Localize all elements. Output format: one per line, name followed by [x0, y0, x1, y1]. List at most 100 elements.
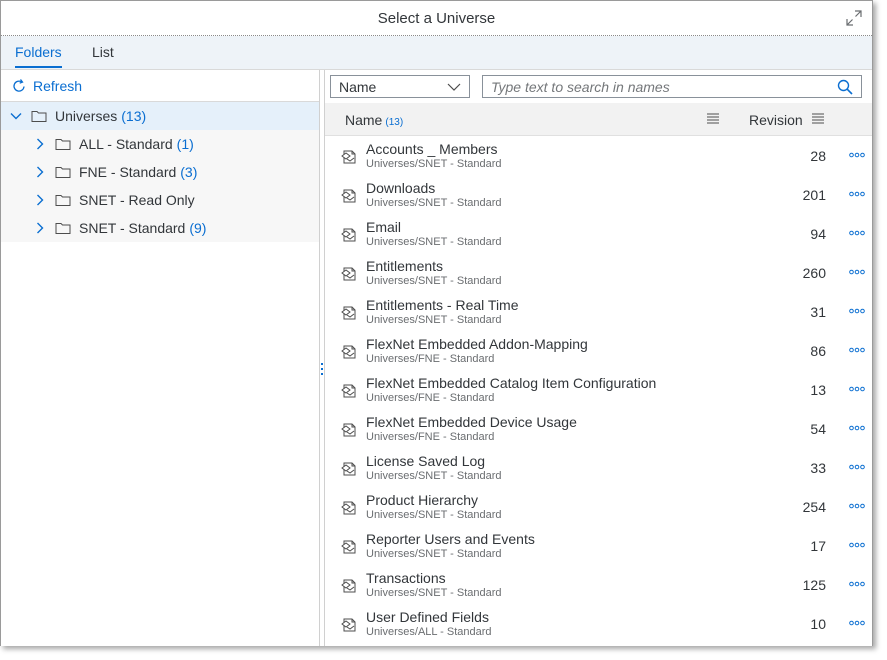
- more-options-icon[interactable]: [849, 501, 865, 511]
- universe-name: User Defined Fields: [366, 609, 489, 625]
- tree-node-label: FNE - Standard: [79, 164, 177, 180]
- universe-row[interactable]: Transactions Universes/SNET - Standard 1…: [325, 565, 872, 604]
- more-options-icon[interactable]: [849, 228, 865, 238]
- universe-list: Accounts _ Members Universes/SNET - Stan…: [325, 136, 872, 643]
- tree-node-label: Universes: [55, 108, 118, 124]
- chevron-right-icon[interactable]: [33, 137, 47, 151]
- universe-row[interactable]: Reporter Users and Events Universes/SNET…: [325, 526, 872, 565]
- search-field-select-value: Name: [339, 79, 377, 95]
- universe-row[interactable]: Product Hierarchy Universes/SNET - Stand…: [325, 487, 872, 526]
- tree-node-snet-standard[interactable]: SNET - Standard (9): [1, 214, 319, 242]
- folder-tree: Universes (13) ALL - Standard (1) FNE - …: [1, 102, 319, 242]
- tree-node-fne-standard[interactable]: FNE - Standard (3): [1, 158, 319, 186]
- tree-node-snet-read-only[interactable]: SNET - Read Only: [1, 186, 319, 214]
- universe-path: Universes/ALL - Standard: [366, 626, 492, 638]
- universe-path: Universes/FNE - Standard: [366, 431, 495, 443]
- refresh-button[interactable]: Refresh: [11, 78, 82, 94]
- search-toolbar: Name: [325, 70, 872, 103]
- universe-row[interactable]: User Defined Fields Universes/ALL - Stan…: [325, 604, 872, 643]
- dialog-titlebar: Select a Universe: [1, 1, 872, 36]
- column-header-revision[interactable]: Revision: [749, 112, 803, 128]
- universe-icon: [341, 306, 356, 320]
- universe-path: Universes/SNET - Standard: [366, 548, 502, 560]
- universe-revision: 125: [802, 577, 826, 593]
- universe-row[interactable]: Accounts _ Members Universes/SNET - Stan…: [325, 136, 872, 175]
- sort-name-icon[interactable]: [706, 112, 720, 126]
- universe-name: FlexNet Embedded Addon-Mapping: [366, 336, 588, 352]
- universe-revision: 33: [810, 460, 826, 476]
- universe-row[interactable]: License Saved Log Universes/SNET - Stand…: [325, 448, 872, 487]
- search-input[interactable]: [491, 78, 821, 95]
- tab-list[interactable]: List: [92, 44, 114, 66]
- universe-row[interactable]: FlexNet Embedded Catalog Item Configurat…: [325, 370, 872, 409]
- tree-node-label: SNET - Standard: [79, 220, 186, 236]
- search-field-select[interactable]: Name: [330, 75, 470, 98]
- chevron-down-icon[interactable]: [9, 109, 23, 123]
- tree-node-count: (1): [176, 136, 194, 152]
- more-options-icon[interactable]: [849, 423, 865, 433]
- more-options-icon[interactable]: [849, 345, 865, 355]
- tab-bar: Folders List: [1, 36, 872, 70]
- universe-row[interactable]: Entitlements Universes/SNET - Standard 2…: [325, 253, 872, 292]
- chevron-right-icon[interactable]: [33, 193, 47, 207]
- tab-folders[interactable]: Folders: [15, 44, 62, 68]
- universe-revision: 31: [810, 304, 826, 320]
- refresh-icon: [13, 79, 25, 92]
- universe-revision: 260: [802, 265, 826, 281]
- universe-revision: 254: [802, 499, 826, 515]
- sort-revision-icon[interactable]: [811, 112, 825, 126]
- more-options-icon[interactable]: [849, 540, 865, 550]
- tree-node-all-standard[interactable]: ALL - Standard (1): [1, 130, 319, 158]
- universe-path: Universes/FNE - Standard: [366, 353, 495, 365]
- tree-node-count: (13): [121, 108, 147, 124]
- universe-icon: [341, 267, 356, 281]
- chevron-right-icon[interactable]: [33, 165, 47, 179]
- universe-list-pane: Name Name(13) Revision: [325, 70, 872, 646]
- more-options-icon[interactable]: [849, 384, 865, 394]
- universe-revision: 28: [810, 148, 826, 164]
- column-header-name[interactable]: Name (13): [345, 112, 403, 128]
- expand-icon[interactable]: [846, 10, 862, 26]
- universe-path: Universes/SNET - Standard: [366, 236, 502, 248]
- universe-name: Accounts _ Members: [366, 141, 498, 157]
- more-options-icon[interactable]: [849, 267, 865, 277]
- more-options-icon[interactable]: [849, 306, 865, 316]
- universe-path: Universes/SNET - Standard: [366, 509, 502, 521]
- more-options-icon[interactable]: [849, 579, 865, 589]
- refresh-bar: Refresh: [1, 70, 319, 102]
- folder-pane: Refresh Universes (13) ALL - Standard (1…: [1, 70, 319, 646]
- more-options-icon[interactable]: [849, 189, 865, 199]
- search-box: [482, 75, 862, 98]
- more-options-icon[interactable]: [849, 618, 865, 628]
- universe-name: Transactions: [366, 570, 446, 586]
- universe-name: FlexNet Embedded Catalog Item Configurat…: [366, 375, 657, 391]
- select-universe-dialog: Select a Universe Folders List Refresh U…: [0, 0, 873, 646]
- universe-row[interactable]: FlexNet Embedded Addon-Mapping Universes…: [325, 331, 872, 370]
- universe-name: FlexNet Embedded Device Usage: [366, 414, 577, 430]
- folder-icon: [55, 139, 71, 150]
- universe-icon: [341, 189, 356, 203]
- universe-row[interactable]: Entitlements - Real Time Universes/SNET …: [325, 292, 872, 331]
- more-options-icon[interactable]: [849, 150, 865, 160]
- list-header: Name (13) Revision: [325, 103, 872, 136]
- chevron-right-icon[interactable]: [33, 221, 47, 235]
- universe-revision: 201: [802, 187, 826, 203]
- universe-path: Universes/SNET - Standard: [366, 197, 502, 209]
- tree-node-universes[interactable]: Universes (13): [1, 102, 319, 130]
- universe-row[interactable]: Downloads Universes/SNET - Standard 201: [325, 175, 872, 214]
- universe-icon: [341, 345, 356, 359]
- folder-icon: [55, 167, 71, 178]
- universe-row[interactable]: Email Universes/SNET - Standard 94: [325, 214, 872, 253]
- universe-path: Universes/FNE - Standard: [366, 392, 495, 404]
- universe-row[interactable]: FlexNet Embedded Device Usage Universes/…: [325, 409, 872, 448]
- folder-icon: [55, 195, 71, 206]
- splitter-grip-icon[interactable]: [320, 362, 324, 378]
- search-icon[interactable]: [837, 79, 853, 95]
- universe-name: Product Hierarchy: [366, 492, 479, 508]
- universe-icon: [341, 150, 356, 164]
- universe-revision: 94: [810, 226, 826, 242]
- universe-revision: 10: [810, 616, 826, 632]
- universe-icon: [341, 462, 356, 476]
- universe-revision: 17: [810, 538, 826, 554]
- more-options-icon[interactable]: [849, 462, 865, 472]
